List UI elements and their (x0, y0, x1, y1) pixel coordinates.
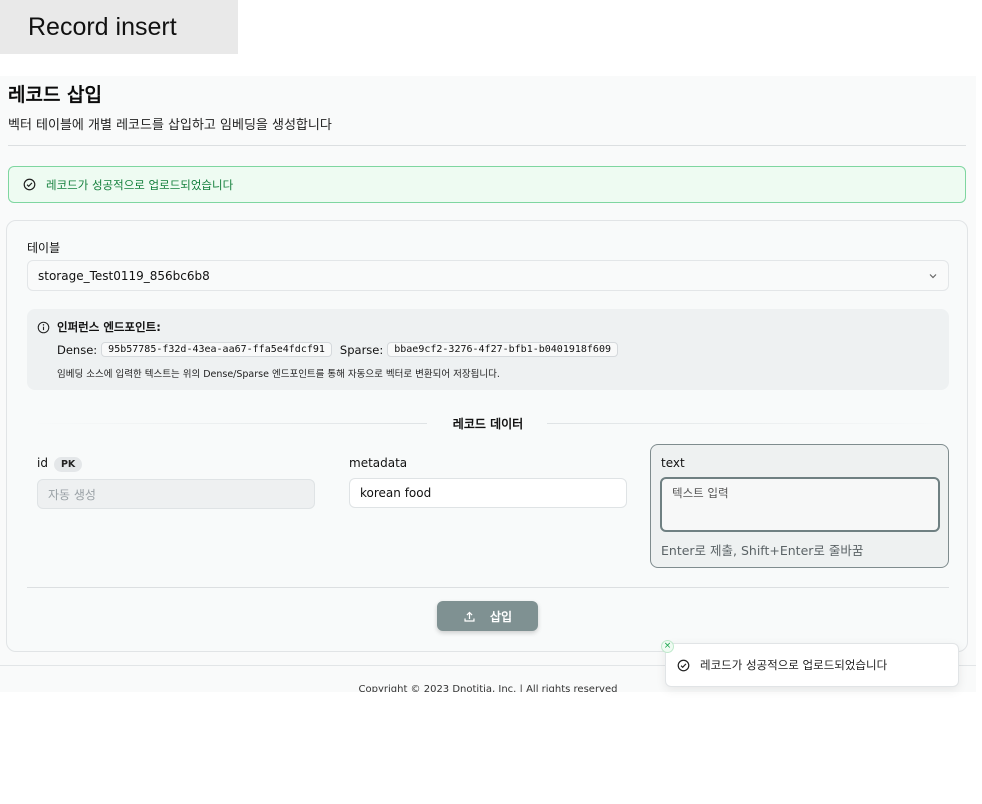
dense-endpoint-id: 95b57785-f32d-43ea-aa67-ffa5e4fdcf91 (101, 342, 332, 357)
pk-badge: PK (53, 457, 83, 472)
sparse-endpoint-id: bbae9cf2-3276-4f27-bfb1-b0401918f609 (387, 342, 618, 357)
inference-note: 임베딩 소스에 입력한 텍스트는 위의 Dense/Sparse 엔드포인트를 … (57, 369, 500, 380)
metadata-input[interactable]: korean food (349, 478, 627, 508)
chevron-down-icon (928, 270, 938, 280)
text-input-placeholder: 텍스트 입력 (672, 486, 729, 500)
check-circle-icon (677, 659, 690, 672)
endpoint-row: Dense: 95b57785-f32d-43ea-aa67-ffa5e4fdc… (57, 342, 626, 357)
table-label: 테이블 (27, 241, 61, 255)
insert-button-label: 삽입 (489, 609, 513, 624)
close-icon: × (663, 641, 672, 651)
id-input-placeholder: 자동 생성 (48, 487, 96, 502)
upload-icon (463, 610, 476, 623)
success-toast: 레코드가 성공적으로 업로드되었습니다 (665, 643, 959, 687)
page-subtitle: 벡터 테이블에 개별 레코드를 삽입하고 임베딩을 생성합니다 (8, 118, 332, 133)
screenshot-caption: Record insert (0, 0, 238, 54)
text-field-group: text 텍스트 입력 Enter로 제출, Shift+Enter로 줄바꿈 (650, 444, 949, 568)
form-divider (27, 587, 949, 588)
metadata-field-label: metadata (349, 456, 408, 470)
app-window: 레코드 삽입 벡터 테이블에 개별 레코드를 삽입하고 임베딩을 생성합니다 레… (0, 76, 976, 692)
record-data-title: 레코드 데이터 (452, 417, 524, 431)
inference-title: 인퍼런스 엔드포인트: (57, 320, 161, 334)
text-input[interactable]: 텍스트 입력 (660, 477, 940, 532)
id-field-label: id PK (37, 456, 83, 472)
toast-message: 레코드가 성공적으로 업로드되었습니다 (700, 658, 888, 672)
header-divider (8, 145, 966, 146)
success-alert: 레코드가 성공적으로 업로드되었습니다 (8, 166, 966, 203)
success-alert-text: 레코드가 성공적으로 업로드되었습니다 (46, 177, 234, 192)
inference-info-box: 인퍼런스 엔드포인트: Dense: 95b57785-f32d-43ea-aa… (27, 309, 949, 390)
check-circle-icon (23, 178, 36, 191)
sparse-label: Sparse: (339, 342, 384, 357)
metadata-input-value: korean food (360, 486, 432, 500)
inference-header: 인퍼런스 엔드포인트: (37, 319, 161, 335)
insert-form-card: 테이블 storage_Test0119_856bc6b8 인퍼런스 엔드포인트… (6, 220, 968, 652)
text-field-label: text (661, 456, 685, 470)
text-input-hint: Enter로 제출, Shift+Enter로 줄바꿈 (661, 543, 864, 558)
info-icon (37, 321, 50, 334)
id-label-text: id (37, 456, 48, 470)
page-title: 레코드 삽입 (8, 84, 103, 106)
toast-close-button[interactable]: × (661, 640, 674, 653)
table-select[interactable]: storage_Test0119_856bc6b8 (27, 260, 949, 291)
insert-button[interactable]: 삽입 (437, 601, 538, 631)
id-input[interactable]: 자동 생성 (37, 479, 315, 509)
dense-label: Dense: (57, 342, 98, 357)
table-select-value: storage_Test0119_856bc6b8 (38, 268, 210, 283)
